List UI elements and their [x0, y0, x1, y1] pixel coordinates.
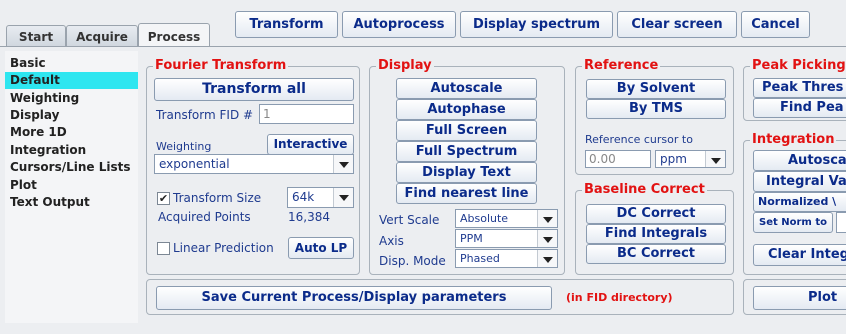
- sidebar-item-basic[interactable]: Basic: [5, 55, 138, 72]
- axis-value: PPM: [460, 232, 483, 245]
- acquired-points-value: 16,384: [288, 210, 330, 224]
- display-spectrum-button[interactable]: Display spectrum: [460, 11, 613, 38]
- fourier-transform-title: Fourier Transform: [153, 58, 289, 74]
- autoprocess-button[interactable]: Autoprocess: [342, 11, 456, 38]
- transform-fid-label: Transform FID #: [156, 108, 254, 122]
- disp-mode-value: Phased: [460, 252, 500, 265]
- vert-scale-select[interactable]: Absolute: [455, 209, 558, 228]
- linear-prediction-checkbox[interactable]: [157, 242, 170, 255]
- chevron-down-icon: [537, 210, 557, 227]
- normalized-button[interactable]: Normalized \: [753, 192, 846, 212]
- sidebar-item-integration[interactable]: Integration: [5, 142, 138, 159]
- disp-mode-select[interactable]: Phased: [455, 249, 558, 268]
- chevron-down-icon: [333, 155, 353, 173]
- sidebar-item-display[interactable]: Display: [5, 107, 138, 124]
- dc-correct-button[interactable]: DC Correct: [586, 204, 726, 224]
- peak-threshold-button[interactable]: Peak Thres: [753, 78, 846, 98]
- tab-process[interactable]: Process: [138, 23, 210, 48]
- vert-scale-label: Vert Scale: [379, 213, 440, 227]
- sidebar-item-text-output[interactable]: Text Output: [5, 194, 138, 211]
- clear-integrals-button[interactable]: Clear Integ: [753, 244, 846, 266]
- set-norm-value-field[interactable]: [836, 212, 846, 233]
- plot-button[interactable]: Plot: [753, 286, 846, 310]
- transform-size-value: 64k: [292, 190, 315, 204]
- bc-correct-button[interactable]: BC Correct: [586, 244, 726, 264]
- integration-title: Integration: [750, 132, 837, 148]
- by-tms-button[interactable]: By TMS: [586, 99, 726, 119]
- save-params-button[interactable]: Save Current Process/Display parameters: [156, 286, 552, 310]
- acquired-points-label: Acquired Points: [158, 210, 251, 224]
- interactive-button[interactable]: Interactive: [267, 134, 354, 155]
- find-peaks-button[interactable]: Find Pea: [753, 98, 846, 118]
- integration-autoscale-button[interactable]: Autosca: [753, 150, 846, 171]
- chevron-down-icon: [537, 250, 557, 267]
- tab-start[interactable]: Start: [6, 25, 66, 47]
- reference-cursor-field[interactable]: 0.00: [585, 150, 651, 168]
- set-norm-to-button[interactable]: Set Norm to: [753, 212, 833, 233]
- disp-mode-label: Disp. Mode: [379, 254, 446, 268]
- transform-button[interactable]: Transform: [235, 11, 338, 38]
- autophase-button[interactable]: Autophase: [396, 99, 537, 120]
- peak-picking-title: Peak Picking: [750, 58, 846, 74]
- transform-size-label: Transform Size: [173, 191, 262, 205]
- sidebar-item-more-1d[interactable]: More 1D: [5, 124, 138, 141]
- display-title: Display: [376, 58, 434, 74]
- reference-title: Reference: [582, 58, 661, 74]
- find-nearest-line-button[interactable]: Find nearest line: [396, 183, 537, 204]
- sidebar-item-cursors-line-lists[interactable]: Cursors/Line Lists: [5, 159, 138, 176]
- reference-unit-value: ppm: [660, 152, 687, 166]
- weighting-select-value: exponential: [159, 157, 230, 171]
- auto-lp-button[interactable]: Auto LP: [288, 237, 354, 259]
- baseline-correct-title: Baseline Correct: [582, 182, 707, 198]
- sidebar-item-weighting[interactable]: Weighting: [5, 90, 138, 107]
- chevron-down-icon: [333, 188, 353, 207]
- chevron-down-icon: [705, 151, 725, 167]
- axis-select[interactable]: PPM: [455, 229, 558, 248]
- linear-prediction-label: Linear Prediction: [173, 241, 274, 255]
- vert-scale-value: Absolute: [460, 212, 509, 225]
- chevron-down-icon: [537, 230, 557, 247]
- clear-screen-button[interactable]: Clear screen: [617, 11, 737, 38]
- transform-all-button[interactable]: Transform all: [154, 78, 354, 101]
- weighting-select[interactable]: exponential: [154, 154, 354, 174]
- reference-unit-select[interactable]: ppm: [655, 150, 726, 168]
- display-text-button[interactable]: Display Text: [396, 162, 537, 183]
- sidebar-item-plot[interactable]: Plot: [5, 177, 138, 194]
- transform-fid-field[interactable]: 1: [259, 104, 354, 124]
- reference-cursor-label: Reference cursor to: [585, 133, 693, 146]
- transform-size-checkbox[interactable]: ✔: [157, 192, 170, 205]
- by-solvent-button[interactable]: By Solvent: [586, 79, 726, 99]
- sidebar-item-default[interactable]: Default: [5, 72, 138, 89]
- full-spectrum-button[interactable]: Full Spectrum: [396, 141, 537, 162]
- weighting-label: Weighting: [156, 140, 212, 153]
- full-screen-button[interactable]: Full Screen: [396, 120, 537, 141]
- tab-acquire[interactable]: Acquire: [66, 25, 138, 47]
- transform-size-select[interactable]: 64k: [287, 187, 354, 208]
- autoscale-button[interactable]: Autoscale: [396, 78, 537, 99]
- integral-value-button[interactable]: Integral Va: [753, 171, 846, 192]
- cancel-button[interactable]: Cancel: [741, 11, 810, 38]
- in-fid-directory-note: (in FID directory): [566, 291, 673, 304]
- axis-label: Axis: [379, 234, 404, 248]
- find-integrals-button[interactable]: Find Integrals: [586, 224, 726, 244]
